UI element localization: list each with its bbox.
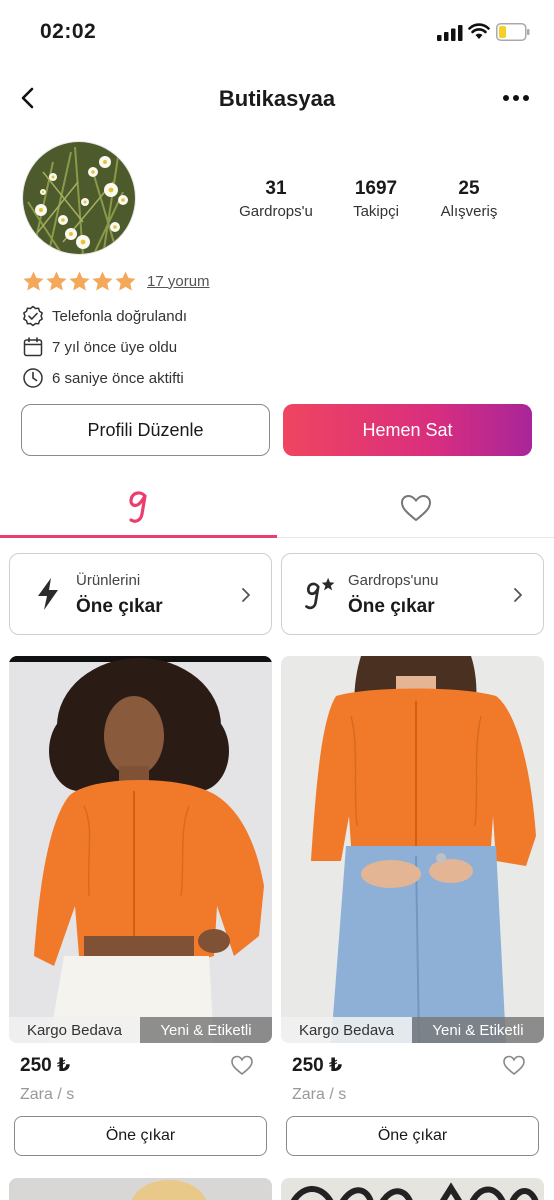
info-phone-verified: Telefonla doğrulandı <box>22 304 187 328</box>
info-text: 6 saniye önce aktifti <box>52 369 184 387</box>
status-time: 02:02 <box>40 20 97 43</box>
product-photo <box>281 1178 544 1200</box>
reviews-link[interactable]: 17 yorum <box>147 273 210 290</box>
avatar[interactable] <box>22 141 136 255</box>
stat-value: 31 <box>265 178 287 199</box>
product-photo <box>9 656 272 1043</box>
active-tab-indicator <box>0 535 277 538</box>
info-member-since: 7 yıl önce üye oldu <box>22 335 177 359</box>
chevron-right-icon <box>514 588 522 602</box>
clock-icon <box>23 368 43 388</box>
product-photo <box>9 1178 272 1200</box>
star-icon <box>23 270 44 291</box>
calendar-icon <box>23 337 43 357</box>
avatar-image <box>23 142 135 254</box>
tab-wardrobe[interactable] <box>0 478 277 538</box>
chevron-right-icon <box>242 588 250 602</box>
page-title: Butikasyaa <box>218 86 336 111</box>
product-image[interactable]: Kargo Bedava Yeni & Etiketli <box>281 656 544 1043</box>
promote-wardrobe-card[interactable]: Gardrops'unu Öne çıkar <box>281 553 544 635</box>
free-shipping-badge: Kargo Bedava <box>9 1017 140 1043</box>
new-with-tags-badge: Yeni & Etiketli <box>412 1017 544 1043</box>
heart-icon <box>400 494 431 522</box>
promote-products-card[interactable]: Ürünlerini Öne çıkar <box>9 553 272 635</box>
promote-item-button[interactable]: Öne çıkar <box>14 1116 267 1156</box>
tab-favorites[interactable] <box>277 478 554 538</box>
stat-value: 25 <box>458 178 480 199</box>
stat-purchases[interactable]: 25 Alışveriş <box>419 178 519 220</box>
stat-label: Takipçi <box>353 203 399 220</box>
star-icon <box>46 270 67 291</box>
rating: 17 yorum <box>22 268 210 294</box>
cellular-signal-icon <box>437 25 463 41</box>
wifi-icon <box>468 23 490 39</box>
product-card[interactable]: Kargo Bedava Yeni & Etiketli 250 ₺ Zara … <box>9 656 272 1156</box>
verified-badge-icon <box>23 305 43 327</box>
stat-label: Alışveriş <box>440 203 498 220</box>
info-last-active: 6 saniye önce aktifti <box>22 366 184 390</box>
heart-icon[interactable] <box>230 1053 254 1077</box>
more-options-icon[interactable] <box>498 84 534 112</box>
info-text: 7 yıl önce üye oldu <box>52 338 178 356</box>
info-text: Telefonla doğrulandı <box>52 307 188 325</box>
product-card-partial[interactable] <box>9 1178 272 1200</box>
product-price: 250 ₺ <box>20 1055 71 1076</box>
stat-value: 1697 <box>354 178 398 199</box>
promo-subtitle: Gardrops'unu <box>348 572 439 589</box>
stat-gardrops[interactable]: 31 Gardrops'u <box>226 178 326 220</box>
star-icon <box>92 270 113 291</box>
nav-bar: Butikasyaa <box>0 70 554 128</box>
product-card[interactable]: Kargo Bedava Yeni & Etiketli 250 ₺ Zara … <box>281 656 544 1156</box>
battery-icon <box>496 23 530 41</box>
promote-item-button[interactable]: Öne çıkar <box>286 1116 539 1156</box>
sell-now-button[interactable]: Hemen Sat <box>283 404 532 456</box>
free-shipping-badge: Kargo Bedava <box>281 1017 412 1043</box>
star-icon <box>69 270 90 291</box>
heart-icon[interactable] <box>502 1053 526 1077</box>
star-icon <box>115 270 136 291</box>
promo-title: Öne çıkar <box>76 596 163 617</box>
promo-subtitle: Ürünlerini <box>76 572 141 589</box>
product-photo <box>281 656 544 1043</box>
status-bar: 02:02 <box>0 0 554 66</box>
product-image[interactable]: Kargo Bedava Yeni & Etiketli <box>9 656 272 1043</box>
promo-title: Öne çıkar <box>348 596 435 617</box>
gardrops-star-icon <box>305 577 335 610</box>
product-brand-size: Zara / s <box>292 1086 347 1103</box>
stat-label: Gardrops'u <box>239 203 313 220</box>
new-with-tags-badge: Yeni & Etiketli <box>140 1017 272 1043</box>
product-card-partial[interactable] <box>281 1178 544 1200</box>
stat-followers[interactable]: 1697 Takipçi <box>326 178 426 220</box>
profile-tabs <box>0 478 554 538</box>
product-price: 250 ₺ <box>292 1055 343 1076</box>
profile-stats: 31 Gardrops'u 1697 Takipçi 25 Alışveriş <box>226 178 526 228</box>
gardrops-g-icon <box>128 491 147 523</box>
product-brand-size: Zara / s <box>20 1086 75 1103</box>
edit-profile-button[interactable]: Profili Düzenle <box>21 404 270 456</box>
lightning-icon <box>38 578 58 610</box>
